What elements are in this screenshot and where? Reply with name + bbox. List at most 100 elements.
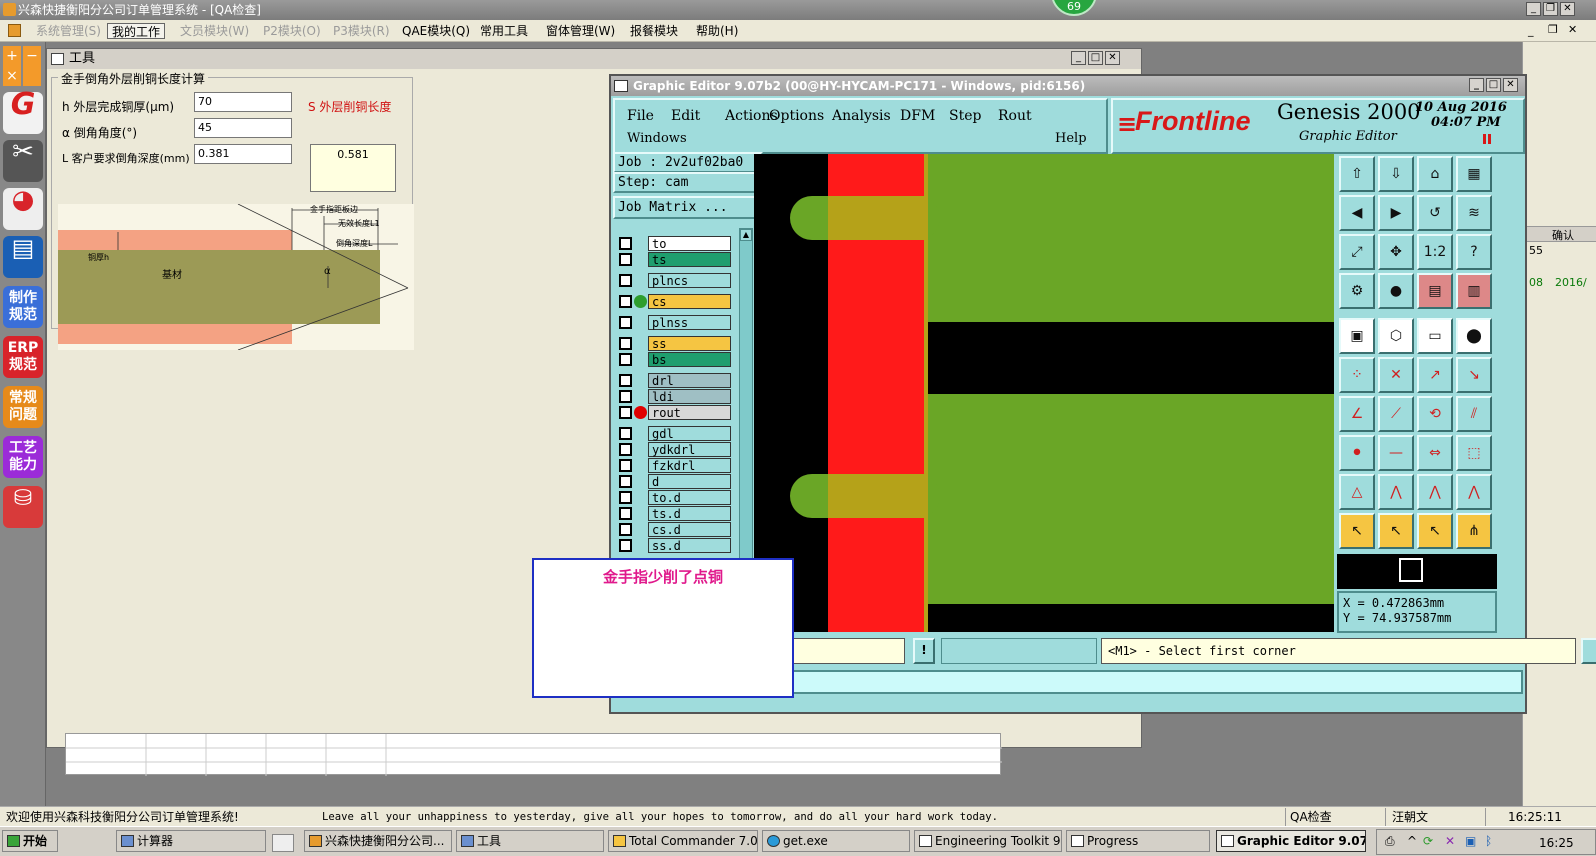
menu-meal[interactable]: 报餐模块 [626,23,682,39]
job-matrix-button[interactable]: Job Matrix ... [613,196,763,219]
step-field[interactable]: Step: cam [613,172,763,193]
layer-name[interactable]: to [648,236,731,251]
menu-options[interactable]: Options [769,108,824,124]
save-icon[interactable]: ⇩ [1378,156,1414,192]
menu-qae[interactable]: QAE模块(Q) [398,23,474,39]
pan-left-icon[interactable]: ◀ [1339,195,1375,231]
open-icon[interactable]: ⇧ [1339,156,1375,192]
pointer-tree-icon[interactable]: ⋔ [1456,513,1492,549]
redraw-icon[interactable]: ≋ [1456,195,1492,231]
cut-icon[interactable]: — [1378,435,1414,471]
mdi-minimize-icon[interactable]: _ [1528,24,1534,37]
zoom-1to1-icon[interactable]: 1:2 [1417,234,1453,270]
layer-name[interactable]: ts [648,252,731,267]
layer-row[interactable]: bs [619,352,737,367]
menu-edit[interactable]: Edit [671,108,700,124]
task-graphic-editor[interactable]: Graphic Editor 9.07b... [1216,830,1366,852]
mdi-close-icon[interactable]: ✕ [1568,23,1577,36]
layer-checkbox[interactable] [619,353,632,366]
menu-windows[interactable]: Windows [627,131,687,146]
layer-name[interactable]: ss.d [648,538,731,553]
layer-name[interactable]: d [648,474,731,489]
quicklaunch-chart-icon[interactable] [272,834,294,852]
layer-checkbox[interactable] [619,237,632,250]
data-grid[interactable] [65,733,1002,776]
filter-icon[interactable]: ▤ [1417,273,1453,309]
sidebar-item-process[interactable]: 工艺能力 [3,436,43,478]
zoom-center-icon[interactable]: ✥ [1378,234,1414,270]
arrow-line-icon[interactable]: ⋀ [1456,474,1492,510]
network-icon[interactable]: ▣ [1465,834,1476,848]
layers-icon[interactable]: ▥ [1456,273,1492,309]
database-icon[interactable]: ⛁ [3,486,43,528]
mdi-restore-icon[interactable]: ❐ [1548,23,1558,36]
x-tool-icon[interactable]: ✕ [1445,834,1455,848]
layer-checkbox[interactable] [619,295,632,308]
chamfer-angle-input[interactable]: 45 [194,118,292,138]
layer-checkbox[interactable] [619,539,632,552]
layer-row[interactable]: cs.d [619,522,737,537]
help-icon[interactable]: ? [1456,234,1492,270]
connect-icon[interactable]: ⁘ [1339,357,1375,393]
menu-help[interactable]: 帮助(H) [692,23,742,39]
task-tools[interactable]: 工具 [456,830,604,852]
job-field[interactable]: Job : 2v2uf02ba0 [613,152,763,173]
layer-name[interactable]: ydkdrl [648,442,731,457]
arrow-up-icon[interactable]: ⋀ [1378,474,1414,510]
unit-selector[interactable]: MM ▬ [1581,638,1596,664]
tool-minimize-icon[interactable]: _ [1071,51,1086,65]
menu-clerk[interactable]: 文员模块(W) [176,23,253,39]
move-icon[interactable]: ↗ [1417,357,1453,393]
layer-name[interactable]: cs.d [648,522,731,537]
genesis-app-icon[interactable]: G [3,90,43,134]
chamfer-depth-input[interactable]: 0.381 [194,144,292,164]
layer-checkbox[interactable] [619,475,632,488]
layer-name[interactable]: plncs [648,273,731,288]
measure-tool-icon[interactable]: ⚙ [1339,273,1375,309]
update-icon[interactable]: ⟳ [1423,834,1433,848]
copper-thickness-input[interactable]: 70 [194,92,292,112]
minimize-icon[interactable]: _ [1526,2,1541,16]
triangle-icon[interactable]: △ [1339,474,1375,510]
genesis-close-icon[interactable]: ✕ [1503,78,1518,92]
cross-icon[interactable]: ✕ [1378,357,1414,393]
layer-name[interactable]: rout [648,405,731,420]
layer-checkbox[interactable] [619,274,632,287]
menu-dfm[interactable]: DFM [900,108,935,124]
select-net-icon[interactable]: ⚫ [1339,435,1375,471]
layer-checkbox[interactable] [619,491,632,504]
layer-checkbox[interactable] [619,316,632,329]
sidebar-collapse-icon[interactable]: − [23,46,41,86]
layer-name[interactable]: gdl [648,426,731,441]
layer-checkbox[interactable] [619,390,632,403]
sidebar-item-erp[interactable]: ERP规范 [3,336,43,378]
menu-rout[interactable]: Rout [998,108,1032,124]
close-icon[interactable]: ✕ [1560,2,1575,16]
layer-checkbox[interactable] [619,406,632,419]
menu-file[interactable]: File [627,108,654,124]
layer-row[interactable]: to.d [619,490,737,505]
ruler-icon[interactable]: ▭ [1417,318,1453,354]
layer-row[interactable]: plnss [619,315,737,330]
scroll-up-icon[interactable]: ▲ [740,229,752,241]
mini-view[interactable] [1337,554,1497,589]
task-engineering-toolkit[interactable]: Engineering Toolkit 9.0... [914,830,1062,852]
layer-name[interactable]: ts.d [648,506,731,521]
save-disk-icon[interactable]: ▤ [3,236,43,278]
layer-checkbox[interactable] [619,507,632,520]
layer-checkbox[interactable] [619,374,632,387]
home-icon[interactable]: ⌂ [1417,156,1453,192]
layer-checkbox[interactable] [619,443,632,456]
alert-icon[interactable]: ! [913,638,935,664]
edit-shape-icon[interactable]: ⬡ [1378,318,1414,354]
printer-icon[interactable]: ⎙ [1385,834,1395,849]
zoom-fit-icon[interactable]: ⤢ [1339,234,1375,270]
tools-icon[interactable]: ✂ [3,139,43,182]
layer-checkbox[interactable] [619,427,632,440]
layer-row[interactable]: ts.d [619,506,737,521]
layer-name[interactable]: cs [648,294,731,309]
start-button[interactable]: 开始 [2,830,58,852]
rotate-icon[interactable]: ⟲ [1417,396,1453,432]
mirror-icon[interactable]: ⫽ [1456,396,1492,432]
arc-icon[interactable]: ⟋ [1378,396,1414,432]
